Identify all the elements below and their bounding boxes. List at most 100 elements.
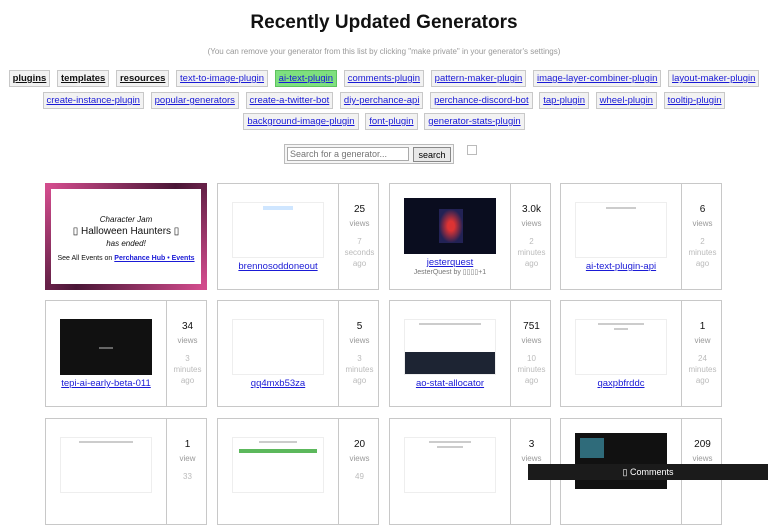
view-count: 751 — [523, 321, 540, 332]
promo-footer-text: See All Events on — [57, 255, 115, 262]
view-unit: view — [694, 336, 711, 345]
view-unit: views — [692, 219, 713, 228]
view-unit: views — [692, 454, 713, 463]
view-unit: views — [521, 454, 542, 463]
promo-line: has ended! — [106, 239, 146, 248]
generator-link[interactable]: jesterquest — [390, 257, 510, 268]
generator-card[interactable]: 3 views — [389, 418, 551, 525]
view-count: 3 — [528, 439, 535, 450]
view-count: 25 — [353, 204, 366, 215]
generator-stats: 1 view 33 — [166, 419, 208, 524]
tag-row-1: plugins templates resources text-to-imag… — [0, 70, 768, 87]
updated-time: 33 — [183, 472, 192, 481]
view-unit: views — [349, 336, 370, 345]
generator-thumbnail[interactable] — [575, 319, 667, 375]
tag-link[interactable]: perchance-discord-bot — [430, 92, 533, 109]
promo-event-card[interactable]: Character Jam ▯ Halloween Haunters ▯ has… — [45, 183, 207, 290]
generator-stats: 1 view 24 minutes ago — [681, 301, 723, 406]
tag-link[interactable]: generator-stats-plugin — [424, 113, 525, 130]
generator-link[interactable]: qaxpbfrddc — [561, 378, 681, 389]
generator-thumbnail[interactable] — [232, 319, 324, 375]
tag-link[interactable]: diy-perchance-api — [339, 92, 424, 109]
tag-link[interactable]: tap-plugin — [539, 92, 589, 109]
generator-stats: 751 views 10 minutes ago — [510, 301, 552, 406]
view-unit: views — [349, 219, 370, 228]
generator-stats: 6 views 2 minutes ago — [681, 184, 723, 289]
updated-time: 2 minutes ago — [688, 237, 717, 268]
tag-link[interactable]: wheel-plugin — [595, 92, 657, 109]
generator-thumbnail[interactable] — [60, 437, 152, 493]
view-count: 6 — [699, 204, 706, 215]
generator-card[interactable]: brennosoddoneout 25 views 7 seconds ago — [217, 183, 379, 290]
view-count: 20 — [353, 439, 366, 450]
tag-link[interactable]: resources — [115, 70, 170, 87]
search-button[interactable]: search — [413, 147, 451, 162]
tag-link[interactable]: layout-maker-plugin — [668, 70, 760, 87]
generator-link[interactable]: ao-stat-allocator — [390, 378, 510, 389]
tag-link[interactable]: font-plugin — [365, 113, 418, 130]
tag-link[interactable]: background-image-plugin — [243, 113, 359, 130]
generator-thumbnail[interactable] — [60, 319, 152, 375]
comments-toggle-bar[interactable]: ▯ Comments — [528, 464, 768, 480]
generator-card[interactable]: ao-stat-allocator 751 views 10 minutes ago — [389, 300, 551, 407]
generator-stats: 34 views 3 minutes ago — [166, 301, 208, 406]
tag-link[interactable]: create-instance-plugin — [42, 92, 144, 109]
tag-link[interactable]: pattern-maker-plugin — [430, 70, 527, 87]
view-count: 5 — [356, 321, 363, 332]
generator-thumbnail[interactable] — [404, 319, 496, 375]
generator-card[interactable]: qaxpbfrddc 1 view 24 minutes ago — [560, 300, 722, 407]
generator-thumbnail[interactable] — [575, 202, 667, 258]
view-count: 3.0k — [522, 204, 541, 215]
tag-row-3: background-image-plugin font-plugin gene… — [0, 113, 768, 130]
generator-card[interactable]: 1 view 33 — [45, 418, 207, 525]
generator-link[interactable]: tepi-ai-early-beta-011 — [46, 378, 166, 389]
updated-time: 7 seconds ago — [344, 237, 375, 268]
page-subtitle: (You can remove your generator from this… — [207, 47, 561, 56]
promo-heading: ▯ Halloween Haunters ▯ — [72, 226, 180, 237]
generator-stats: 20 views 49 — [338, 419, 380, 524]
view-count: 1 — [699, 321, 706, 332]
promo-line: Character Jam — [99, 215, 153, 224]
tag-link[interactable]: create-a-twitter-bot — [245, 92, 334, 109]
view-unit: views — [521, 336, 542, 345]
view-unit: views — [177, 336, 198, 345]
promo-footer: See All Events on Perchance Hub • Events — [51, 255, 201, 262]
broken-image-icon — [467, 145, 477, 155]
tag-link[interactable]: text-to-image-plugin — [176, 70, 269, 87]
tag-link[interactable]: plugins — [8, 70, 51, 87]
generator-card[interactable]: ai-text-plugin-api 6 views 2 minutes ago — [560, 183, 722, 290]
generator-thumbnail[interactable] — [232, 437, 324, 493]
view-unit: view — [179, 454, 196, 463]
updated-time: 24 minutes ago — [688, 354, 717, 385]
tag-row-2: create-instance-plugin popular-generator… — [0, 92, 768, 109]
tag-link[interactable]: image-layer-combiner-plugin — [532, 70, 662, 87]
updated-time: 10 minutes ago — [517, 354, 546, 385]
generator-thumbnail[interactable] — [404, 198, 496, 254]
generator-link[interactable]: qq4mxb53za — [218, 378, 338, 389]
generator-stats: 3.0k views 2 minutes ago — [510, 184, 552, 289]
page-title: Recently Updated Generators — [250, 12, 518, 33]
tag-link[interactable]: tooltip-plugin — [663, 92, 726, 109]
generator-thumbnail[interactable] — [575, 433, 667, 489]
view-count: 34 — [181, 321, 194, 332]
generator-link[interactable]: ai-text-plugin-api — [561, 261, 681, 272]
generator-thumbnail[interactable] — [404, 437, 496, 493]
tag-link-highlighted[interactable]: ai-text-plugin — [274, 70, 338, 87]
generator-card[interactable]: qq4mxb53za 5 views 3 minutes ago — [217, 300, 379, 407]
generator-card[interactable]: tepi-ai-early-beta-011 34 views 3 minutes… — [45, 300, 207, 407]
generator-thumbnail[interactable] — [232, 202, 324, 258]
tag-link[interactable]: popular-generators — [150, 92, 239, 109]
view-count: 1 — [184, 439, 191, 450]
generator-stats: 25 views 7 seconds ago — [338, 184, 380, 289]
tag-link[interactable]: templates — [56, 70, 110, 87]
promo-events-link[interactable]: Perchance Hub • Events — [114, 255, 194, 262]
generator-card[interactable]: jesterquest JesterQuest by ▯▯▯▯+1 3.0k v… — [389, 183, 551, 290]
generator-card[interactable]: 20 views 49 — [217, 418, 379, 525]
search-input[interactable] — [287, 147, 409, 161]
updated-time: 49 — [355, 472, 364, 481]
updated-time: 2 minutes ago — [517, 237, 546, 268]
tag-link[interactable]: comments-plugin — [343, 70, 425, 87]
generator-link[interactable]: brennosoddoneout — [218, 261, 338, 272]
view-unit: views — [521, 219, 542, 228]
updated-time: 3 minutes ago — [345, 354, 374, 385]
